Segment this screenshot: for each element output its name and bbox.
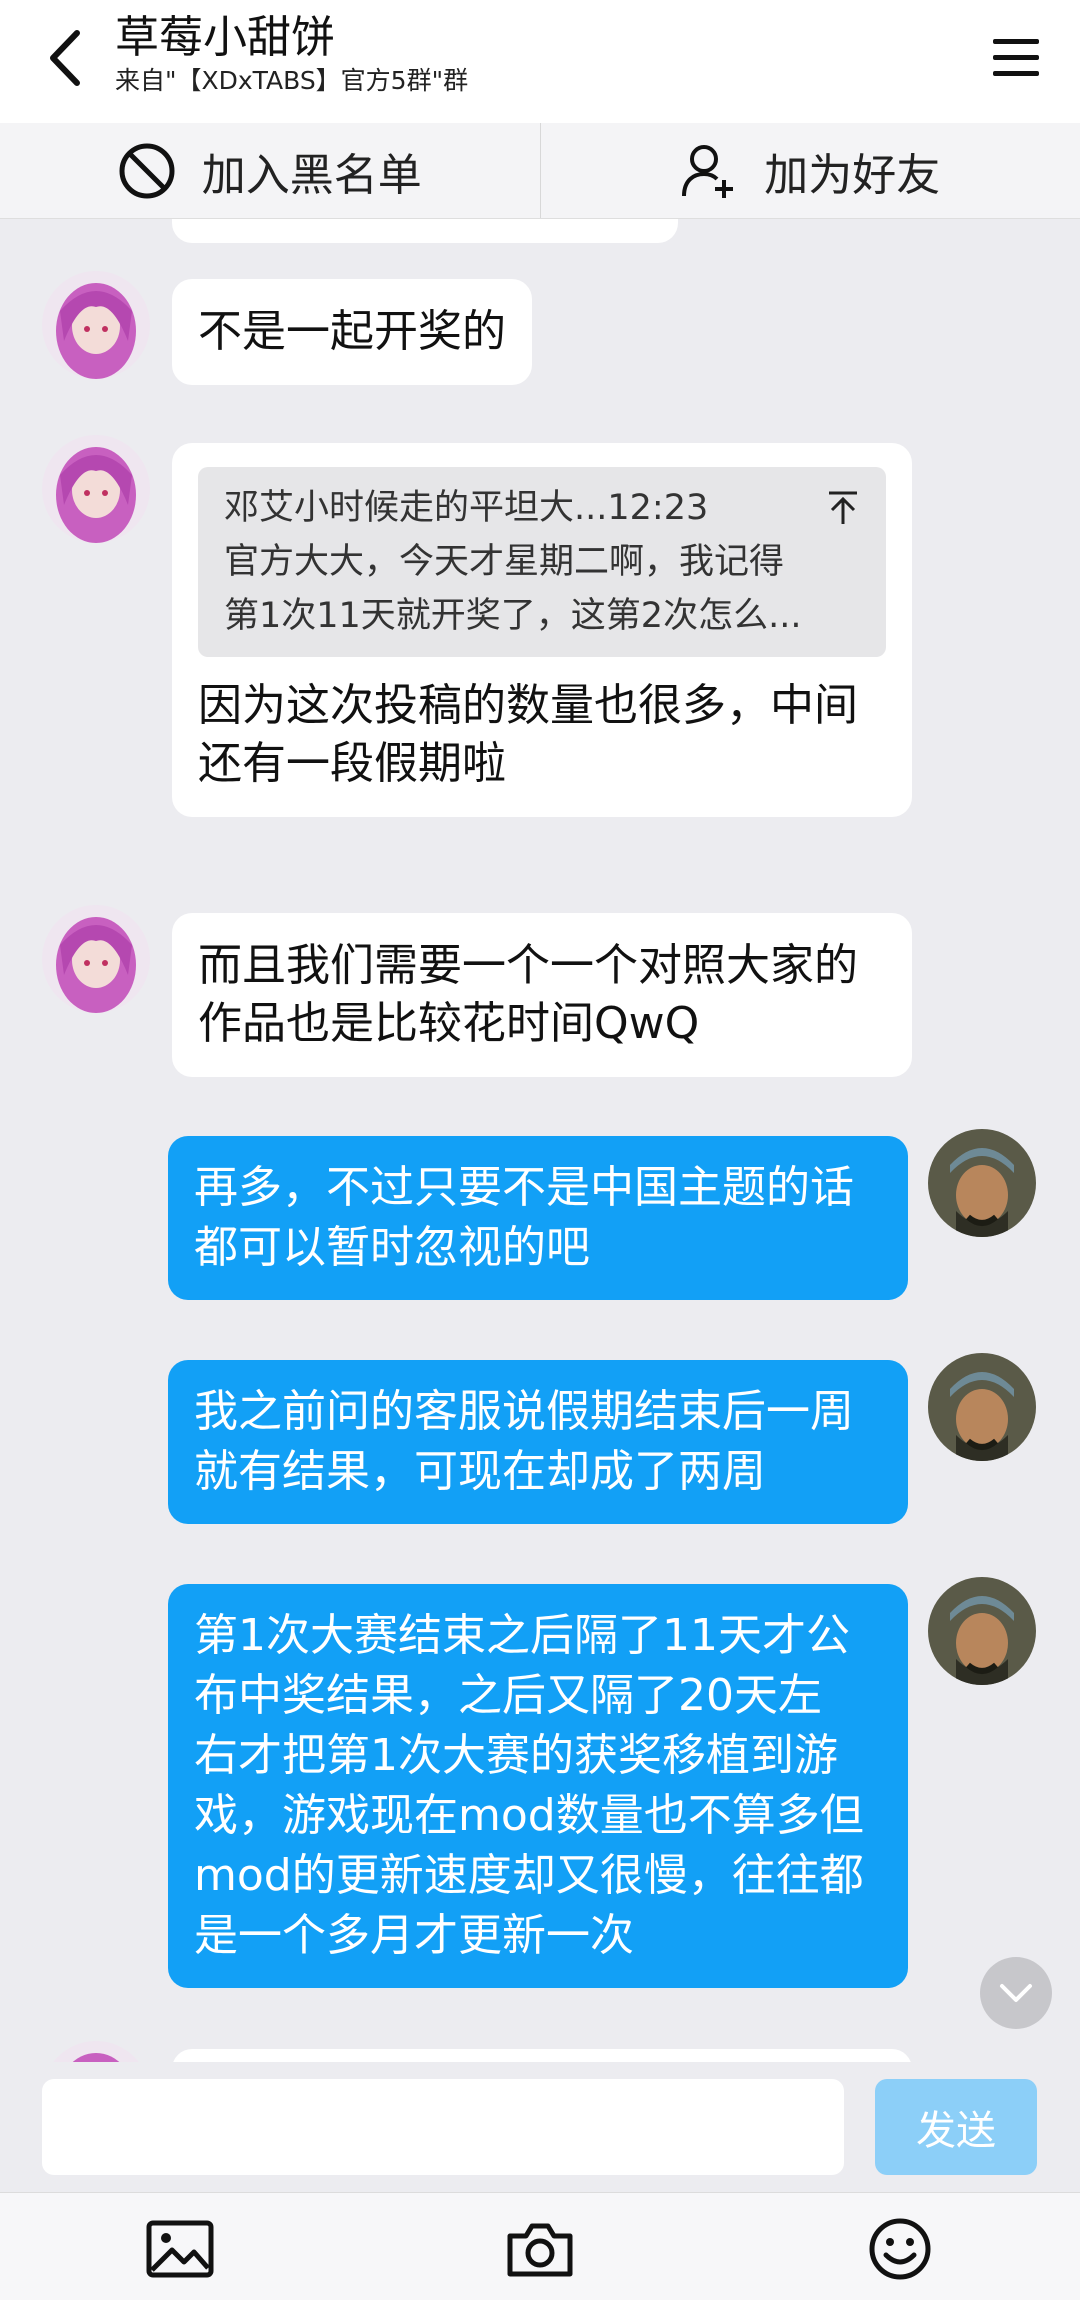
message-list[interactable]: 不是一起开奖的 邓艾小时候走的平坦大...12:23 官方大大，今天才星期二啊，… — [0, 219, 1080, 2062]
anime-avatar-icon — [42, 2041, 150, 2062]
message-text-line: 就有结果，可现在却成了两周 — [194, 1446, 766, 1497]
block-icon — [119, 143, 175, 198]
chat-title: 草莓小甜饼 — [115, 12, 335, 63]
message-text-line: 我之前问的客服说假期结束后一周 — [194, 1386, 854, 1437]
message-text-line: 而且我们需要一个一个对照大家的 — [198, 940, 858, 991]
camera-icon — [507, 2223, 573, 2277]
warrior-avatar-icon — [928, 1353, 1036, 1461]
anime-avatar-icon — [42, 905, 150, 1013]
chat-header: 草莓小甜饼 来自"【XDxTABS】官方5群"群 — [0, 0, 1080, 123]
chat-subtitle: 来自"【XDxTABS】官方5群"群 — [115, 66, 469, 95]
my-avatar[interactable] — [928, 1353, 1036, 1461]
message-text-line: 右才把第1次大赛的获奖移植到游 — [194, 1730, 838, 1781]
message-input[interactable] — [42, 2079, 844, 2175]
message-text-line: 都可以暂时忽视的吧 — [194, 1222, 590, 1273]
emoji-button[interactable] — [862, 2213, 938, 2285]
block-button[interactable]: 加入黑名单 — [0, 123, 541, 218]
block-label: 加入黑名单 — [201, 149, 422, 201]
add-friend-button[interactable]: 加为好友 — [541, 123, 1080, 218]
warrior-avatar-icon — [928, 1129, 1036, 1237]
message-text-line: 是一个多月才更新一次 — [194, 1910, 634, 1961]
message-text-line: 戏，游戏现在mod数量也不算多但 — [194, 1790, 864, 1841]
back-button[interactable] — [30, 18, 100, 98]
camera-button[interactable] — [502, 2213, 578, 2285]
my-avatar[interactable] — [928, 1577, 1036, 1685]
input-bar: 发送 — [0, 2062, 1080, 2192]
scroll-to-bottom-button[interactable] — [980, 1957, 1052, 2029]
message-text-line: 再多，不过只要不是中国主题的话 — [194, 1162, 854, 1213]
quote-line: 第1次11天就开奖了，这第2次怎么... — [224, 596, 802, 636]
message-text-line: 第1次大赛结束之后隔了11天才公 — [194, 1610, 850, 1661]
message-bubble[interactable]: 不是一起开奖的 — [172, 279, 532, 385]
quoted-message[interactable]: 邓艾小时候走的平坦大...12:23 官方大大，今天才星期二啊，我记得 第1次1… — [198, 467, 886, 657]
anime-avatar-icon — [42, 271, 150, 379]
quote-author-time: 邓艾小时候走的平坦大...12:23 — [224, 488, 709, 528]
warrior-avatar-icon — [928, 1577, 1036, 1685]
send-button[interactable]: 发送 — [875, 2079, 1037, 2175]
hamburger-menu-icon — [993, 39, 1039, 76]
add-user-icon — [682, 144, 734, 198]
message-bubble-outgoing[interactable]: 再多，不过只要不是中国主题的话 都可以暂时忽视的吧 — [168, 1136, 908, 1300]
message-text-line: 因为这次投稿的数量也很多，中间 — [198, 680, 858, 731]
message-bubble-outgoing[interactable]: 第1次大赛结束之后隔了11天才公 布中奖结果，之后又隔了20天左 右才把第1次大… — [168, 1584, 908, 1988]
message-text-line: 作品也是比较花时间QwQ — [198, 998, 700, 1049]
avatar[interactable] — [42, 905, 150, 1013]
avatar[interactable] — [42, 271, 150, 379]
avatar[interactable] — [42, 2041, 150, 2062]
message-text-line: 还有一段假期啦 — [198, 738, 506, 789]
message-text: 不是一起开奖的 — [198, 306, 506, 357]
quote-line: 官方大大，今天才星期二啊，我记得 — [224, 542, 785, 582]
menu-button[interactable] — [978, 20, 1054, 96]
message-bubble-partial — [172, 219, 678, 243]
action-bar: 加入黑名单 加为好友 — [0, 123, 1080, 219]
message-bubble-partial — [172, 2049, 912, 2062]
message-text-line: mod的更新速度却又很慢，往往都 — [194, 1850, 864, 1901]
message-text-line: 布中奖结果，之后又隔了20天左 — [194, 1670, 822, 1721]
message-bubble-outgoing[interactable]: 我之前问的客服说假期结束后一周 就有结果，可现在却成了两周 — [168, 1360, 908, 1524]
to-top-icon[interactable] — [826, 490, 860, 526]
emoji-icon — [869, 2218, 931, 2280]
message-bubble[interactable]: 而且我们需要一个一个对照大家的 作品也是比较花时间QwQ — [172, 913, 912, 1077]
my-avatar[interactable] — [928, 1129, 1036, 1237]
add-friend-label: 加为好友 — [764, 149, 941, 201]
chevron-left-icon — [50, 30, 80, 86]
attachment-toolbar — [0, 2192, 1080, 2300]
avatar[interactable] — [42, 435, 150, 543]
message-bubble[interactable]: 邓艾小时候走的平坦大...12:23 官方大大，今天才星期二啊，我记得 第1次1… — [172, 443, 912, 817]
chevron-down-icon — [1000, 1984, 1032, 2002]
anime-avatar-icon — [42, 435, 150, 543]
image-button[interactable] — [142, 2213, 218, 2285]
image-icon — [146, 2220, 214, 2278]
